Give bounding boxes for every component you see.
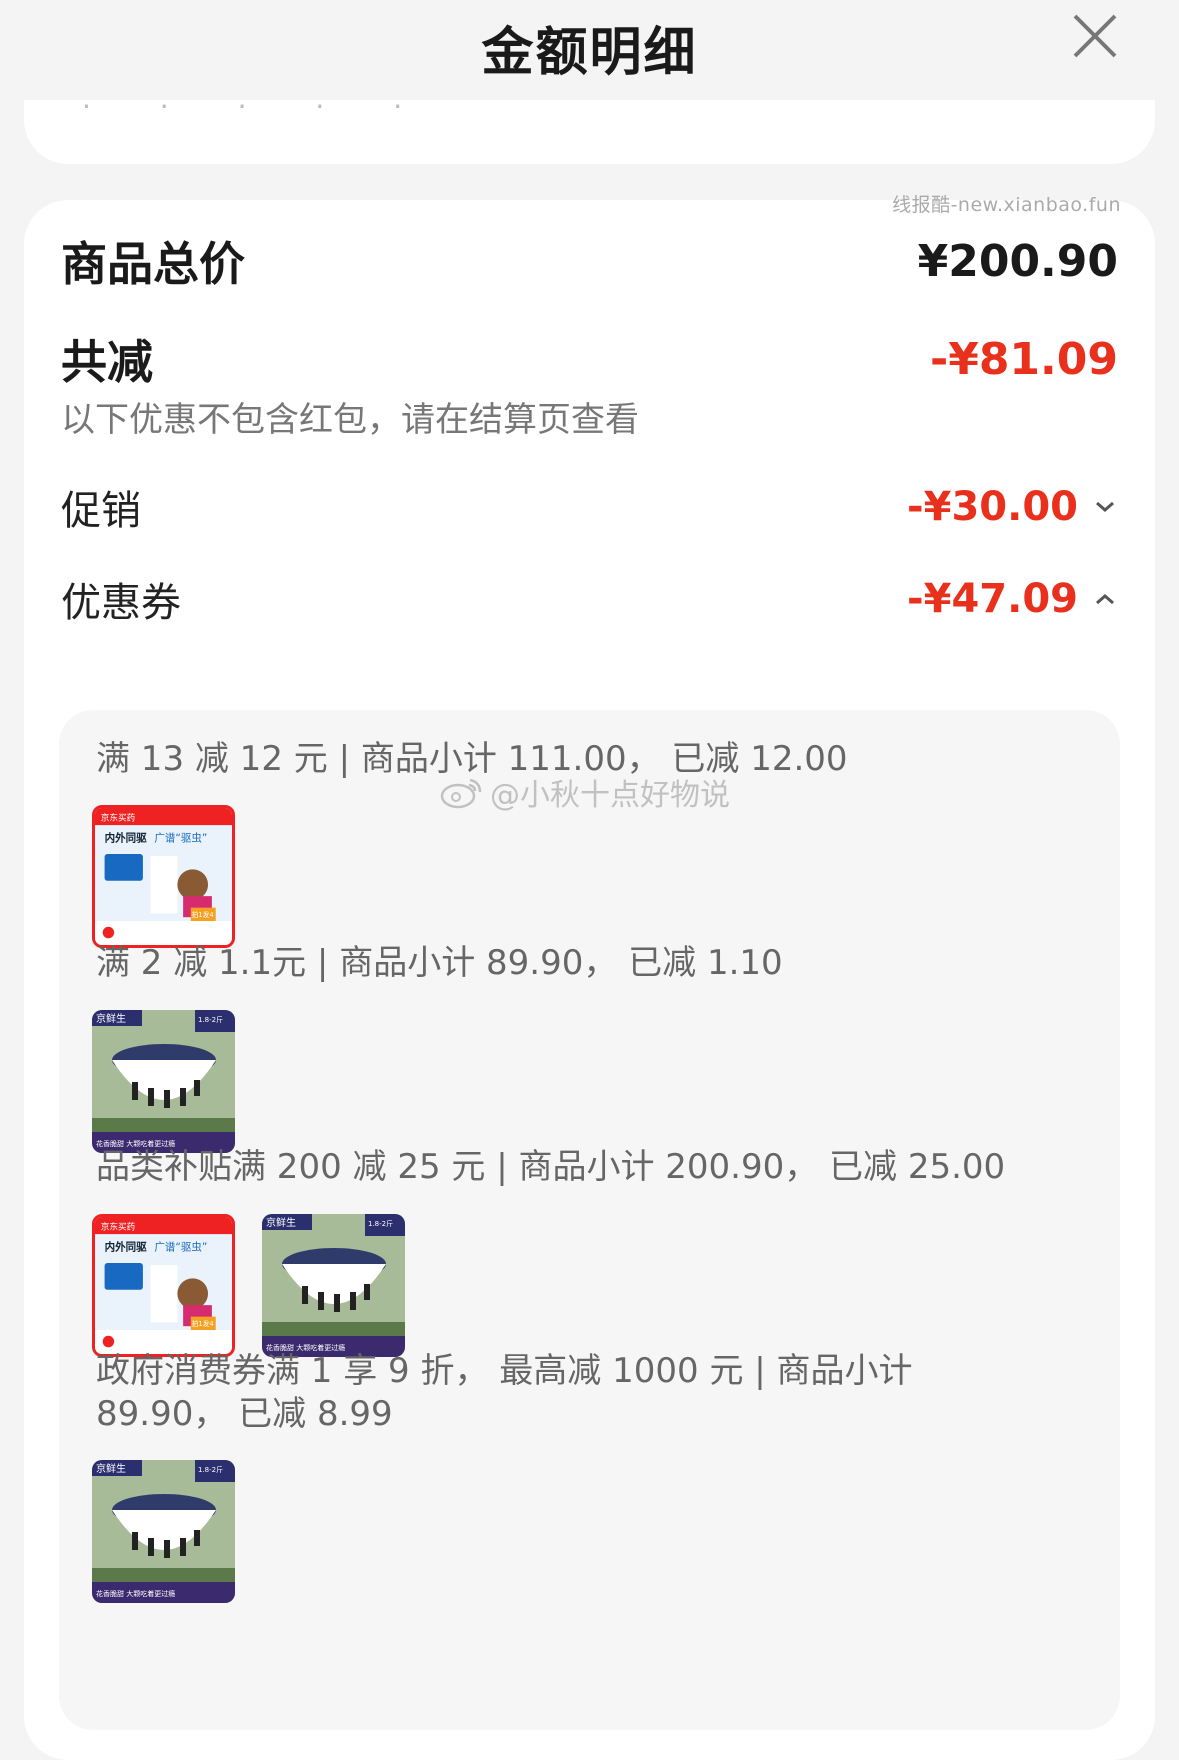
pet-medicine-image: 京东买药 内外同驱 广谱“驱虫” 拍1发4 bbox=[95, 808, 232, 945]
page-title: 金额明细 bbox=[481, 23, 698, 83]
pet-line2: 广谱“驱虫” bbox=[154, 1241, 207, 1254]
coupon-desc: 品类补贴满 200 减 25 元 | 商品小计 200.90， 已减 25.00 bbox=[96, 1147, 1006, 1187]
product-thumb-blueberry[interactable]: 京鲜生 1.8-2斤 花香脆甜 大颗吃着更过瘾 bbox=[92, 1010, 235, 1153]
pet-brand: 京东买药 bbox=[101, 811, 136, 823]
blueberry-image: 京鲜生 1.8-2斤 花香脆甜 大颗吃着更过瘾 bbox=[262, 1214, 405, 1357]
watermark-url: 线报酷-new.xianbao.fun bbox=[892, 194, 1121, 216]
pet-line1: 内外同驱 bbox=[105, 832, 148, 845]
pet-brand: 京东买药 bbox=[101, 1220, 136, 1232]
discount-note: 以下优惠不包含红包，请在结算页查看 bbox=[61, 400, 639, 440]
berry-bottom: 花香脆甜 大颗吃着更过瘾 bbox=[96, 1589, 175, 1598]
promotion-row[interactable]: 促销 -¥30.00 bbox=[61, 478, 1118, 536]
coupon-row[interactable]: 优惠券 -¥47.09 bbox=[61, 570, 1118, 628]
product-thumb-pet-medicine[interactable]: 京东买药 内外同驱 广谱“驱虫” 拍1发4 bbox=[92, 805, 235, 948]
amount-detail-card: 线报酷-new.xianbao.fun 商品总价 ¥200.90 共减 -¥81… bbox=[24, 194, 1155, 1760]
promotion-label: 促销 bbox=[61, 488, 141, 534]
total-price-row: 商品总价 ¥200.90 bbox=[61, 228, 1118, 294]
total-price-value: ¥200.90 bbox=[917, 235, 1118, 287]
berry-spec: 1.8-2斤 bbox=[198, 1015, 223, 1024]
coupon-desc: 政府消费券满 1 享 9 折， 最高减 1000 元 | 商品小计 89.90，… bbox=[96, 1351, 913, 1434]
total-price-label: 商品总价 bbox=[61, 237, 245, 291]
clipped-text: · · · · · bbox=[82, 90, 433, 112]
total-reduce-label: 共减 bbox=[61, 335, 153, 389]
berry-brand: 京鲜生 bbox=[266, 1216, 296, 1229]
coupon-desc: 满 2 减 1.1元 | 商品小计 89.90， 已减 1.10 bbox=[96, 943, 783, 983]
coupon-detail-panel: 满 13 减 12 元 | 商品小计 111.00， 已减 12.00 京东买药… bbox=[59, 710, 1120, 1730]
pet-badge: 拍1发4 bbox=[192, 910, 214, 919]
product-thumb-blueberry[interactable]: 京鲜生 1.8-2斤 花香脆甜 大颗吃着更过瘾 bbox=[262, 1214, 405, 1357]
total-reduce-value: -¥81.09 bbox=[929, 333, 1118, 385]
berry-spec: 1.8-2斤 bbox=[368, 1219, 393, 1228]
previous-card: · · · · · bbox=[24, 90, 1155, 164]
promotion-value: -¥30.00 bbox=[907, 484, 1078, 530]
pet-medicine-image: 京东买药 内外同驱 广谱“驱虫” 拍1发4 bbox=[95, 1217, 232, 1354]
chevron-up-icon bbox=[1096, 594, 1114, 605]
coupon-label: 优惠券 bbox=[61, 580, 181, 626]
coupon-desc: 满 13 减 12 元 | 商品小计 111.00， 已减 12.00 bbox=[96, 739, 848, 779]
chevron-down-icon bbox=[1096, 501, 1114, 512]
berry-spec: 1.8-2斤 bbox=[198, 1465, 223, 1474]
blueberry-image: 京鲜生 1.8-2斤 花香脆甜 大颗吃着更过瘾 bbox=[92, 1460, 235, 1603]
close-button[interactable] bbox=[1069, 10, 1121, 62]
berry-brand: 京鲜生 bbox=[96, 1462, 126, 1475]
berry-brand: 京鲜生 bbox=[96, 1012, 126, 1025]
pet-badge: 拍1发4 bbox=[192, 1319, 214, 1328]
pet-line1: 内外同驱 bbox=[105, 1241, 148, 1254]
total-reduce-row: 共减 -¥81.09 bbox=[61, 326, 1118, 392]
close-icon bbox=[1073, 14, 1117, 58]
product-thumb-blueberry[interactable]: 京鲜生 1.8-2斤 花香脆甜 大颗吃着更过瘾 bbox=[92, 1460, 235, 1603]
blueberry-image: 京鲜生 1.8-2斤 花香脆甜 大颗吃着更过瘾 bbox=[92, 1010, 235, 1153]
pet-line2: 广谱“驱虫” bbox=[154, 832, 207, 845]
coupon-value: -¥47.09 bbox=[907, 576, 1078, 622]
product-thumb-pet-medicine[interactable]: 京东买药 内外同驱 广谱“驱虫” 拍1发4 bbox=[92, 1214, 235, 1357]
